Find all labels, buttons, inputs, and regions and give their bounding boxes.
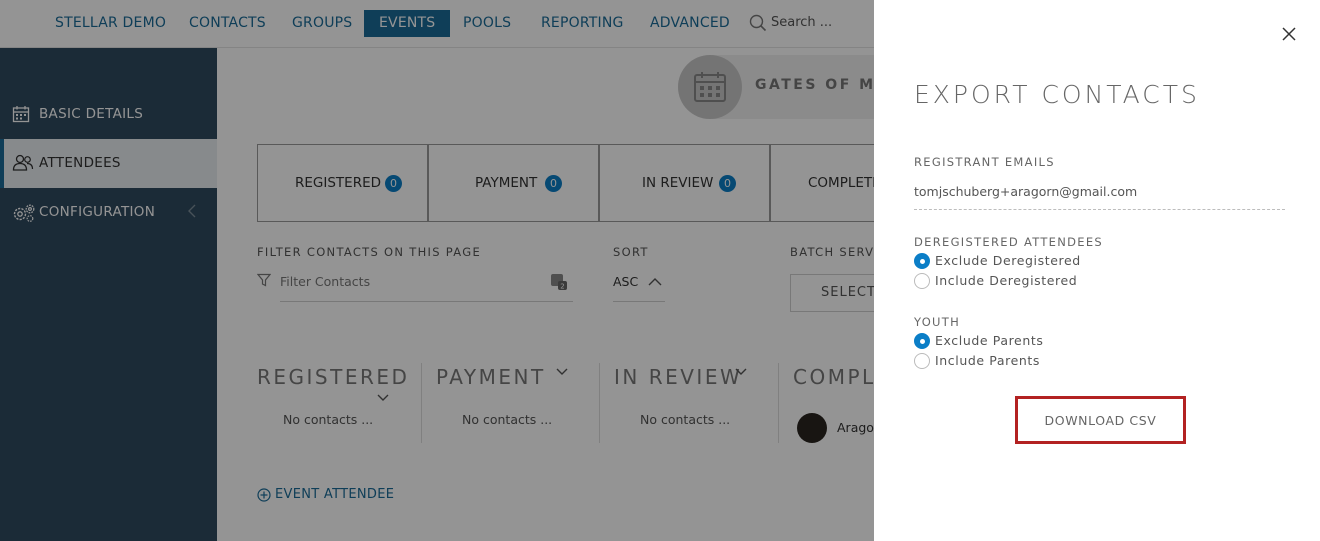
radio-label: Exclude Deregistered bbox=[935, 253, 1081, 268]
radio-label: Include Deregistered bbox=[935, 273, 1078, 288]
download-csv-button[interactable]: DOWNLOAD CSV bbox=[1015, 396, 1186, 444]
radio-label: Exclude Parents bbox=[935, 333, 1044, 348]
download-csv-label: DOWNLOAD CSV bbox=[1044, 413, 1157, 428]
export-contacts-panel: EXPORT CONTACTS REGISTRANT EMAILS tomjsc… bbox=[874, 0, 1320, 541]
radio-indicator bbox=[914, 353, 930, 369]
registrant-emails-field[interactable]: tomjschuberg+aragorn@gmail.com bbox=[914, 184, 1137, 199]
youth-caption: YOUTH bbox=[914, 315, 961, 329]
radio-indicator bbox=[914, 333, 930, 349]
radio-indicator bbox=[914, 253, 930, 269]
emails-underline bbox=[914, 209, 1285, 210]
deregistered-caption: DEREGISTERED ATTENDEES bbox=[914, 235, 1104, 249]
radio-label: Include Parents bbox=[935, 353, 1041, 368]
radio-indicator bbox=[914, 273, 930, 289]
close-icon[interactable] bbox=[1279, 24, 1299, 44]
registrant-emails-caption: REGISTRANT EMAILS bbox=[914, 155, 1055, 169]
panel-title: EXPORT CONTACTS bbox=[914, 80, 1200, 109]
modal-backdrop[interactable] bbox=[0, 0, 874, 541]
